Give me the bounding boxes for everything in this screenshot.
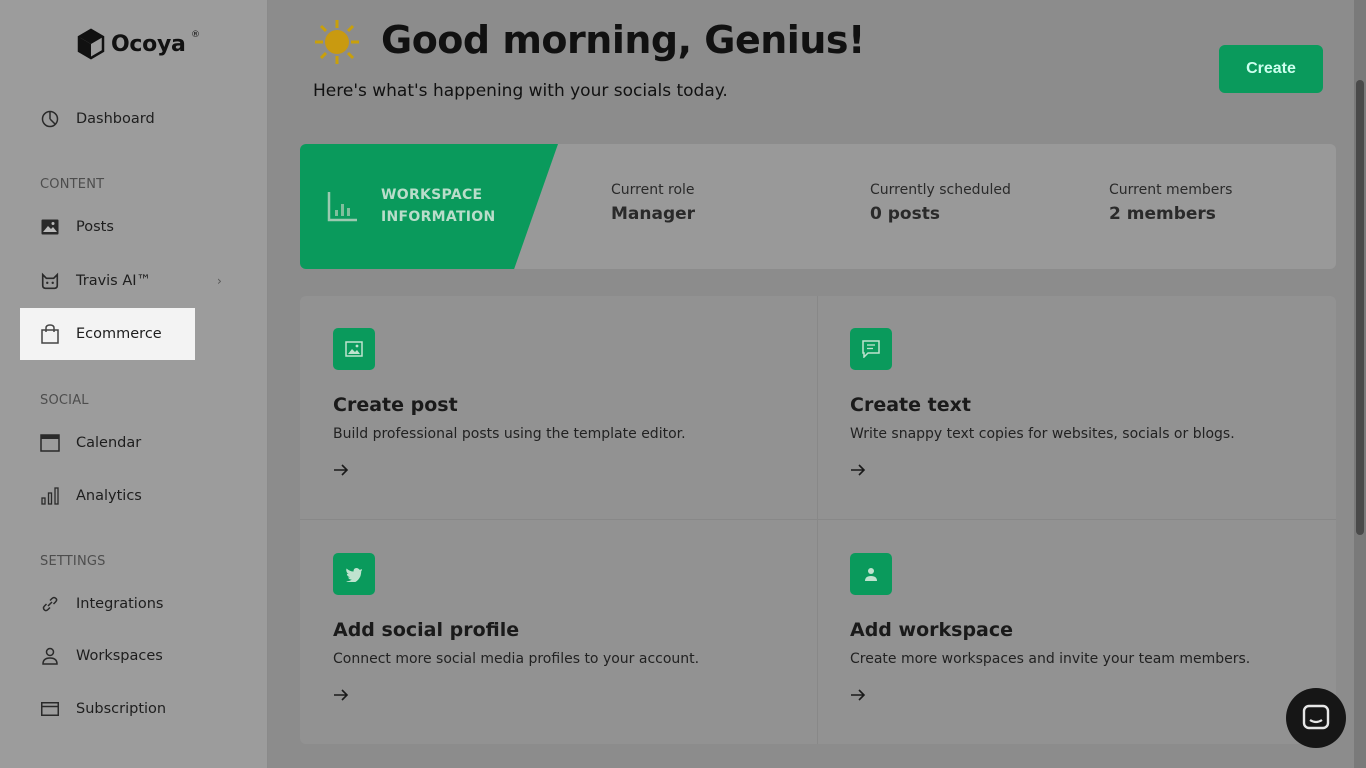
section-label-settings: SETTINGS (40, 554, 106, 569)
tile-title: Add social profile (333, 619, 520, 641)
sidebar-item-label: Posts (76, 219, 114, 235)
stat-label: Currently scheduled (870, 182, 1011, 198)
sidebar-item-travis-ai[interactable]: Travis AI™ › (20, 255, 222, 307)
robot-cat-icon (40, 271, 60, 291)
link-icon (40, 594, 60, 614)
arrow-right-icon[interactable] (850, 460, 870, 480)
message-icon (850, 328, 892, 370)
sidebar-item-label: Ecommerce (76, 326, 162, 342)
grid-divider-horizontal (300, 519, 1336, 520)
chat-launcher-button[interactable] (1286, 688, 1346, 748)
arrow-right-icon[interactable] (333, 685, 353, 705)
tile-description: Write snappy text copies for websites, s… (850, 426, 1235, 442)
grid-divider-vertical (817, 296, 818, 744)
sidebar-item-dashboard[interactable]: Dashboard (20, 93, 195, 145)
workspace-info-label-line2: INFORMATION (381, 209, 496, 225)
sun-emoji-icon (313, 18, 361, 70)
sidebar-item-label: Integrations (76, 596, 164, 612)
stat-value: 2 members (1109, 204, 1216, 224)
arrow-right-icon[interactable] (850, 685, 870, 705)
user-icon (40, 646, 60, 666)
stat-value: 0 posts (870, 204, 940, 224)
tile-add-workspace[interactable]: Add workspace Create more workspaces and… (850, 553, 1250, 705)
logo[interactable]: Ocoya ® (77, 28, 200, 60)
sidebar-item-ecommerce[interactable]: Ecommerce (20, 308, 195, 360)
sidebar-item-subscription[interactable]: Subscription (20, 683, 195, 735)
calendar-icon (40, 433, 60, 453)
sidebar-item-label: Analytics (76, 488, 142, 504)
tile-create-text[interactable]: Create text Write snappy text copies for… (850, 328, 1235, 480)
image-icon (40, 217, 60, 237)
arrow-right-icon[interactable] (333, 460, 353, 480)
stat-value: Manager (611, 204, 696, 224)
logo-text: Ocoya (111, 31, 186, 57)
sidebar-item-label: Calendar (76, 435, 142, 451)
workspace-info-card: WORKSPACE INFORMATION Current role Manag… (300, 144, 1336, 269)
stat-label: Current members (1109, 182, 1233, 198)
sidebar: Ocoya ® Dashboard CONTENT Posts Travis A… (0, 0, 268, 768)
page-title: Good morning, Genius! (381, 18, 865, 62)
twitter-icon (333, 553, 375, 595)
shopping-bag-icon (40, 324, 60, 344)
image-icon (333, 328, 375, 370)
cube-logo-icon (77, 28, 105, 60)
tile-description: Create more workspaces and invite your t… (850, 651, 1251, 667)
sidebar-item-integrations[interactable]: Integrations (20, 578, 195, 630)
tile-add-social-profile[interactable]: Add social profile Connect more social m… (333, 553, 699, 705)
tile-create-post[interactable]: Create post Build professional posts usi… (333, 328, 686, 480)
user-icon (850, 553, 892, 595)
main-scrollbar[interactable] (1354, 0, 1366, 768)
stat-label: Current role (611, 182, 695, 198)
stat-currently-scheduled: Currently scheduled 0 posts (870, 182, 1011, 224)
workspace-info-label-line1: WORKSPACE (381, 187, 483, 203)
bar-chart-icon (40, 486, 60, 506)
tile-title: Add workspace (850, 619, 1014, 641)
clock-pie-icon (40, 109, 60, 129)
sidebar-item-label: Subscription (76, 701, 167, 717)
chat-icon (1302, 704, 1330, 730)
sidebar-item-posts[interactable]: Posts (20, 201, 195, 253)
stat-current-role: Current role Manager (611, 182, 695, 224)
logo-registered-mark: ® (191, 30, 200, 40)
sidebar-item-label: Dashboard (76, 111, 155, 127)
tile-description: Build professional posts using the templ… (333, 426, 686, 442)
section-label-social: SOCIAL (40, 393, 89, 408)
scrollbar-thumb[interactable] (1356, 80, 1364, 535)
sidebar-item-label: Workspaces (76, 648, 163, 664)
section-label-content: CONTENT (40, 177, 105, 192)
chart-icon (327, 190, 359, 226)
page-subtitle: Here's what's happening with your social… (313, 81, 728, 101)
sidebar-item-label: Travis AI™ (76, 273, 152, 289)
credit-card-icon (40, 699, 60, 719)
sidebar-item-analytics[interactable]: Analytics (20, 470, 195, 522)
stat-current-members: Current members 2 members (1109, 182, 1232, 224)
tile-description: Connect more social media profiles to yo… (333, 651, 700, 667)
workspace-info-label: WORKSPACE INFORMATION (381, 184, 496, 228)
sidebar-item-workspaces[interactable]: Workspaces (20, 630, 195, 682)
sidebar-item-calendar[interactable]: Calendar (20, 417, 195, 469)
tile-title: Create post (333, 394, 458, 416)
chevron-right-icon: › (217, 274, 222, 288)
create-button[interactable]: Create (1219, 45, 1323, 93)
tile-title: Create text (850, 394, 971, 416)
action-tiles-grid: Create post Build professional posts usi… (300, 296, 1336, 744)
